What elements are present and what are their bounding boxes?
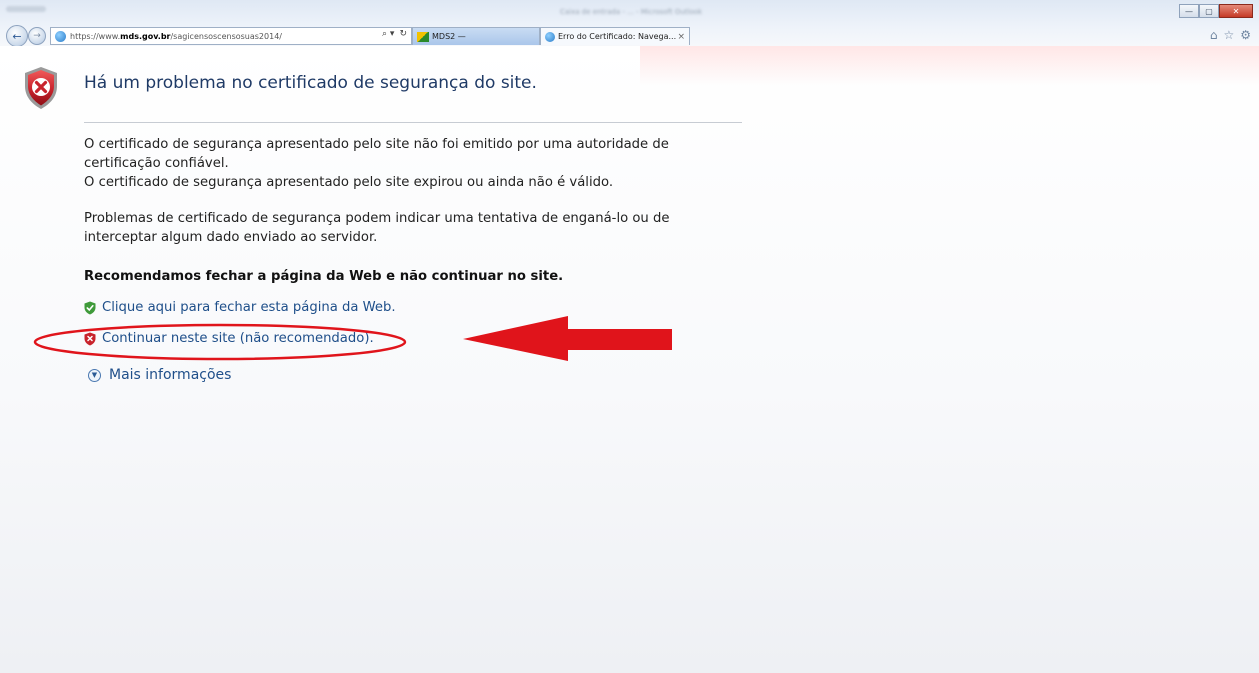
- tab-label: Erro do Certificado: Navega...: [558, 32, 677, 41]
- tab-label: MDS2 —: [432, 32, 466, 41]
- more-information-label[interactable]: Mais informações: [109, 367, 231, 383]
- url-host: mds.gov.br: [120, 31, 171, 41]
- green-check-shield-icon: [84, 301, 96, 314]
- back-arrow-icon: ←: [12, 29, 22, 43]
- address-bar[interactable]: https://www. mds.gov.br/sagicensoscensosu…: [50, 27, 412, 45]
- titlebar-quick-access: [6, 6, 46, 12]
- forward-button[interactable]: →: [28, 27, 46, 45]
- ie-tab-icon: [545, 31, 555, 42]
- back-button[interactable]: ←: [6, 25, 28, 47]
- site-favicon-icon: [55, 30, 66, 42]
- certificate-issuer-message: O certificado de segurança apresentado p…: [84, 137, 669, 171]
- refresh-icon[interactable]: ↻: [399, 29, 407, 39]
- continue-to-site-link-label[interactable]: Continuar neste site (não recomendado).: [102, 331, 374, 346]
- divider: [84, 122, 742, 123]
- page-title: Há um problema no certificado de seguran…: [84, 73, 537, 93]
- url-path: /sagicensoscensosuas2014/: [170, 31, 282, 41]
- mds-tab-icon: [417, 31, 429, 42]
- favorites-star-icon[interactable]: ☆: [1223, 28, 1234, 42]
- close-window-button[interactable]: ✕: [1219, 4, 1253, 18]
- forward-arrow-icon: →: [33, 31, 41, 41]
- home-icon[interactable]: ⌂: [1210, 28, 1218, 42]
- minimize-button[interactable]: —: [1179, 4, 1199, 18]
- page-top-glow: [640, 46, 1259, 86]
- more-information-toggle[interactable]: ▼ Mais informações: [88, 367, 231, 383]
- browser-chrome: Caixa de entrada - ... - Microsoft Outlo…: [0, 0, 1259, 47]
- tab-certificate-error[interactable]: Erro do Certificado: Navega... ×: [540, 27, 690, 45]
- window-controls: — ▢ ✕: [1179, 4, 1253, 18]
- search-dropdown-icon[interactable]: ⌕ ▾: [382, 29, 394, 39]
- certificate-expired-message: O certificado de segurança apresentado p…: [84, 175, 614, 190]
- red-x-shield-icon: [84, 332, 96, 345]
- recommendation-text: Recomendamos fechar a página da Web e nã…: [84, 269, 564, 284]
- settings-gear-icon[interactable]: ⚙: [1240, 28, 1251, 42]
- expand-chevron-icon: ▼: [88, 368, 101, 382]
- maximize-button[interactable]: ▢: [1199, 4, 1219, 18]
- tab-close-icon[interactable]: ×: [677, 32, 685, 42]
- tab-mds2[interactable]: MDS2 —: [412, 27, 540, 45]
- close-page-link[interactable]: Clique aqui para fechar esta página da W…: [84, 300, 396, 315]
- continue-to-site-link[interactable]: Continuar neste site (não recomendado).: [84, 331, 374, 346]
- error-shield-icon: [25, 67, 57, 109]
- window-title: Caixa de entrada - ... - Microsoft Outlo…: [560, 8, 703, 14]
- url-prefix: https://www.: [70, 31, 121, 41]
- browser-toolbar: ⌂ ☆ ⚙: [1210, 28, 1251, 42]
- close-page-link-label[interactable]: Clique aqui para fechar esta página da W…: [102, 300, 396, 315]
- security-warning-message: Problemas de certificado de segurança po…: [84, 211, 670, 245]
